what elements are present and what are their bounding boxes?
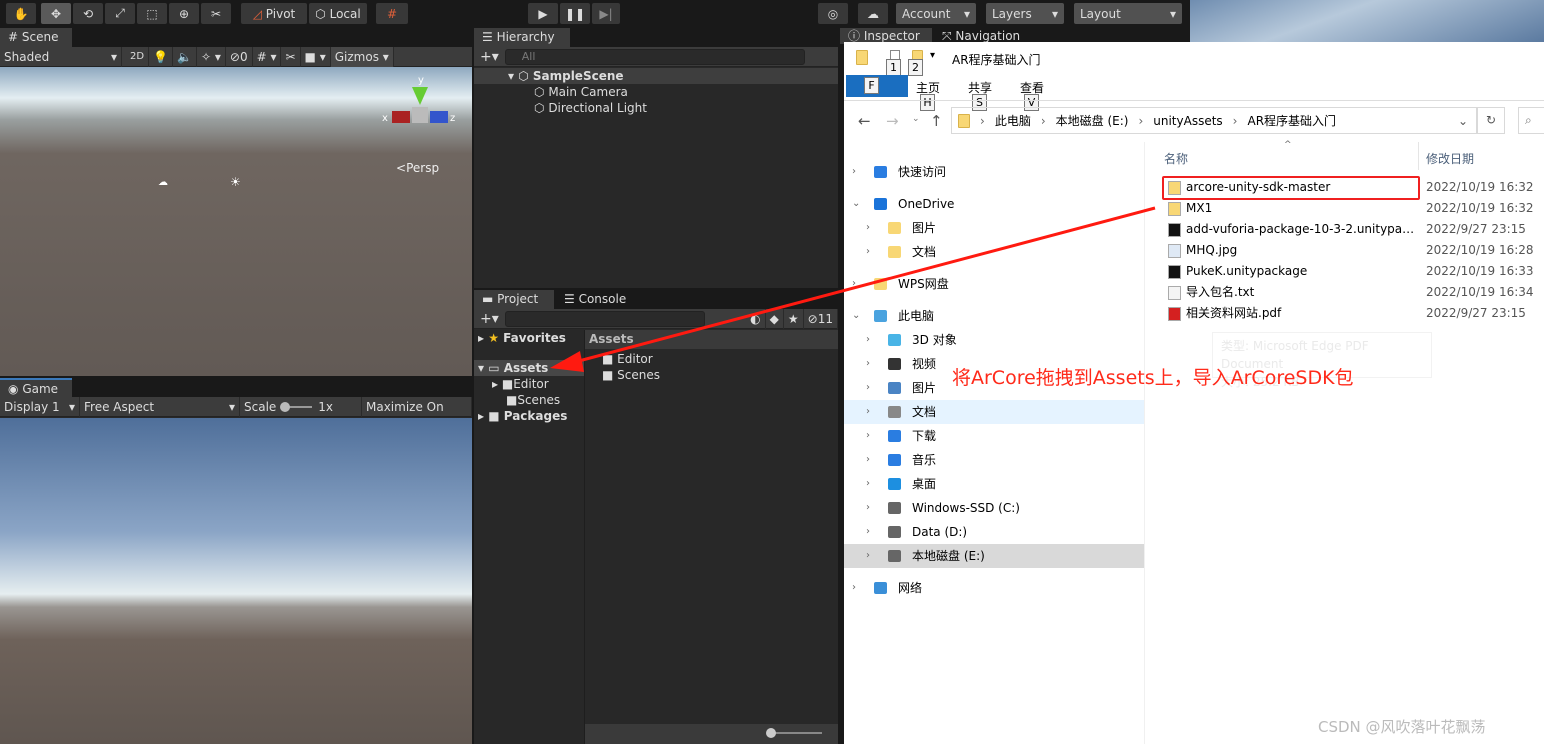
watermark: CSDN @风吹落叶花飘荡 xyxy=(1318,718,1486,736)
annotation-text: 将ArCore拖拽到Assets上，导入ArCoreSDK包 xyxy=(952,367,1354,389)
